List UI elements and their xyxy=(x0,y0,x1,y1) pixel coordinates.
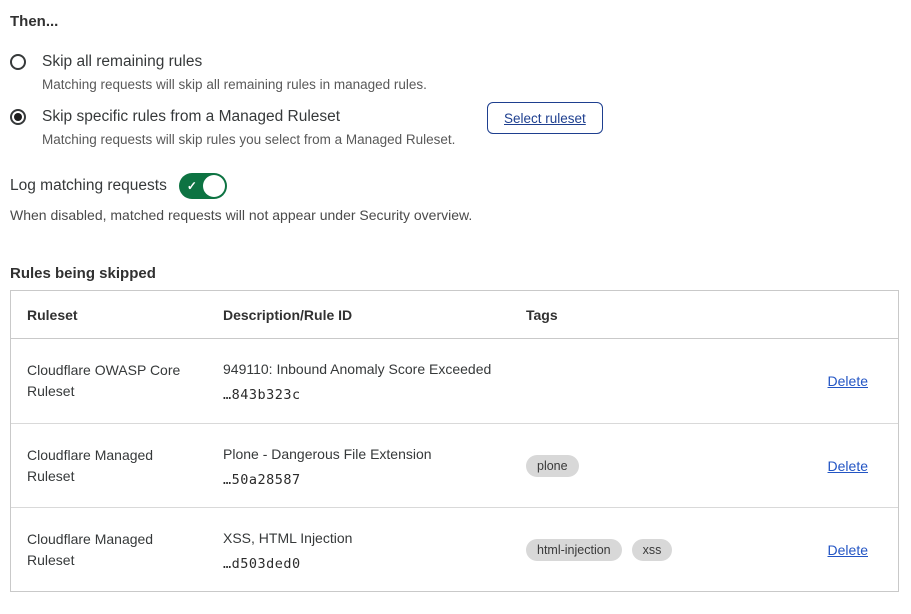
option-skip-all-remaining: Skip all remaining rules Matching reques… xyxy=(10,51,899,94)
rule-id: …d503ded0 xyxy=(223,556,526,572)
ruleset-name: Cloudflare Managed Ruleset xyxy=(27,529,223,571)
rule-description: 949110: Inbound Anomaly Score Exceeded xyxy=(223,359,526,379)
then-heading: Then... xyxy=(10,12,899,31)
option-skip-all-text: Skip all remaining rules Matching reques… xyxy=(42,51,427,94)
tags-cell: plone xyxy=(526,455,828,477)
ruleset-name: Cloudflare OWASP Core Ruleset xyxy=(27,360,223,402)
tag-badge: xss xyxy=(632,539,673,561)
option-skip-all-label[interactable]: Skip all remaining rules xyxy=(42,51,427,73)
log-matching-label: Log matching requests xyxy=(10,173,167,199)
delete-link[interactable]: Delete xyxy=(828,542,868,558)
log-matching-row: Log matching requests ✓ xyxy=(10,173,899,199)
column-header-tags: Tags xyxy=(526,307,868,323)
rule-description: Plone - Dangerous File Extension xyxy=(223,444,526,464)
ruleset-name: Cloudflare Managed Ruleset xyxy=(27,445,223,487)
tags-cell: html-injection xss xyxy=(526,539,828,561)
rule-description: XSS, HTML Injection xyxy=(223,528,526,548)
rules-skipped-table: Ruleset Description/Rule ID Tags Cloudfl… xyxy=(10,290,899,592)
rule-id: …50a28587 xyxy=(223,472,526,488)
check-icon: ✓ xyxy=(187,180,197,192)
rule-description-cell: XSS, HTML Injection …d503ded0 xyxy=(223,528,526,572)
column-header-description: Description/Rule ID xyxy=(223,307,526,323)
rule-description-cell: Plone - Dangerous File Extension …50a285… xyxy=(223,444,526,488)
column-header-ruleset: Ruleset xyxy=(27,307,223,323)
table-header-row: Ruleset Description/Rule ID Tags xyxy=(11,291,898,339)
table-row: Cloudflare OWASP Core Ruleset 949110: In… xyxy=(11,339,898,423)
log-matching-toggle[interactable]: ✓ xyxy=(179,173,227,199)
waf-skip-rule-form: Then... Skip all remaining rules Matchin… xyxy=(0,0,911,592)
rule-description-cell: 949110: Inbound Anomaly Score Exceeded …… xyxy=(223,359,526,403)
toggle-knob xyxy=(203,175,225,197)
select-ruleset-button[interactable]: Select ruleset xyxy=(487,102,603,134)
option-skip-all-description: Matching requests will skip all remainin… xyxy=(42,75,427,94)
rule-id: …843b323c xyxy=(223,387,526,403)
radio-skip-all-remaining[interactable] xyxy=(10,54,26,70)
tag-badge: html-injection xyxy=(526,539,622,561)
tag-badge: plone xyxy=(526,455,579,477)
radio-skip-specific[interactable] xyxy=(10,109,26,125)
option-skip-specific: Skip specific rules from a Managed Rules… xyxy=(10,106,899,149)
rules-skipped-heading: Rules being skipped xyxy=(10,264,899,283)
option-skip-specific-label[interactable]: Skip specific rules from a Managed Rules… xyxy=(42,106,487,128)
table-row: Cloudflare Managed Ruleset XSS, HTML Inj… xyxy=(11,507,898,591)
log-matching-description: When disabled, matched requests will not… xyxy=(10,206,899,224)
table-row: Cloudflare Managed Ruleset Plone - Dange… xyxy=(11,423,898,507)
delete-link[interactable]: Delete xyxy=(828,373,868,389)
delete-link[interactable]: Delete xyxy=(828,458,868,474)
option-skip-specific-text: Skip specific rules from a Managed Rules… xyxy=(42,106,487,149)
option-skip-specific-description: Matching requests will skip rules you se… xyxy=(42,130,487,149)
